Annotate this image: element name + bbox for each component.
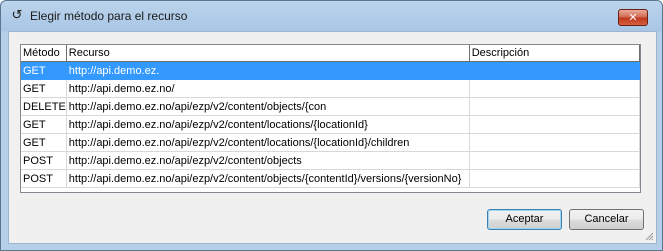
close-icon: ✕ <box>628 11 638 24</box>
column-header-resource[interactable]: Recurso <box>66 45 470 62</box>
table-row[interactable]: POST http://api.demo.ez.no/api/ezp/v2/co… <box>21 151 641 170</box>
cell-resource: http://api.demo.ez.no/api/ezp/v2/content… <box>66 97 470 116</box>
table-row[interactable]: DELETE http://api.demo.ez.no/api/ezp/v2/… <box>21 97 641 116</box>
cell-description <box>469 61 641 80</box>
cell-description <box>469 79 641 98</box>
title-bar[interactable]: ↺ Elegir método para el recurso ✕ <box>1 1 662 31</box>
cell-description <box>469 97 641 116</box>
cell-description <box>469 151 641 170</box>
cell-resource: http://api.demo.ez.no/api/ezp/v2/content… <box>66 151 470 170</box>
table-row[interactable]: GET http://api.demo.ez. <box>21 61 641 80</box>
cell-description <box>469 115 641 134</box>
refresh-method-icon: ↺ <box>11 8 23 23</box>
cell-description <box>469 133 641 152</box>
column-header-method[interactable]: Método <box>21 45 67 62</box>
cell-resource: http://api.demo.ez.no/ <box>66 79 470 98</box>
cell-method: POST <box>21 169 67 188</box>
resize-grip-icon[interactable] <box>644 231 654 241</box>
cell-resource: http://api.demo.ez.no/api/ezp/v2/content… <box>66 115 470 134</box>
cell-description <box>469 169 641 188</box>
cell-resource: http://api.demo.ez.no/api/ezp/v2/content… <box>66 169 470 188</box>
table-header-row: Método Recurso Descripción <box>21 45 641 62</box>
dialog-window: ↺ Elegir método para el recurso ✕ Método… <box>0 0 663 251</box>
cell-resource: http://api.demo.ez. <box>66 61 470 80</box>
table-row[interactable]: GET http://api.demo.ez.no/api/ezp/v2/con… <box>21 133 641 152</box>
methods-table[interactable]: Método Recurso Descripción GET http://ap… <box>20 44 641 193</box>
table-row[interactable]: GET http://api.demo.ez.no/ <box>21 79 641 98</box>
cell-method: GET <box>21 133 67 152</box>
cell-method: GET <box>21 115 67 134</box>
cell-resource: http://api.demo.ez.no/api/ezp/v2/content… <box>66 133 470 152</box>
dialog-body: Método Recurso Descripción GET http://ap… <box>8 31 657 244</box>
cell-method: POST <box>21 151 67 170</box>
cell-method: DELETE <box>21 97 67 116</box>
column-header-description[interactable]: Descripción <box>469 45 641 62</box>
close-button[interactable]: ✕ <box>618 9 648 26</box>
table-row[interactable]: GET http://api.demo.ez.no/api/ezp/v2/con… <box>21 115 641 134</box>
cell-method: GET <box>21 79 67 98</box>
cell-method: GET <box>21 61 67 80</box>
window-title: Elegir método para el recurso <box>30 9 188 23</box>
cancel-button[interactable]: Cancelar <box>569 209 644 230</box>
accept-button[interactable]: Aceptar <box>487 209 562 230</box>
table-row[interactable]: POST http://api.demo.ez.no/api/ezp/v2/co… <box>21 169 641 188</box>
